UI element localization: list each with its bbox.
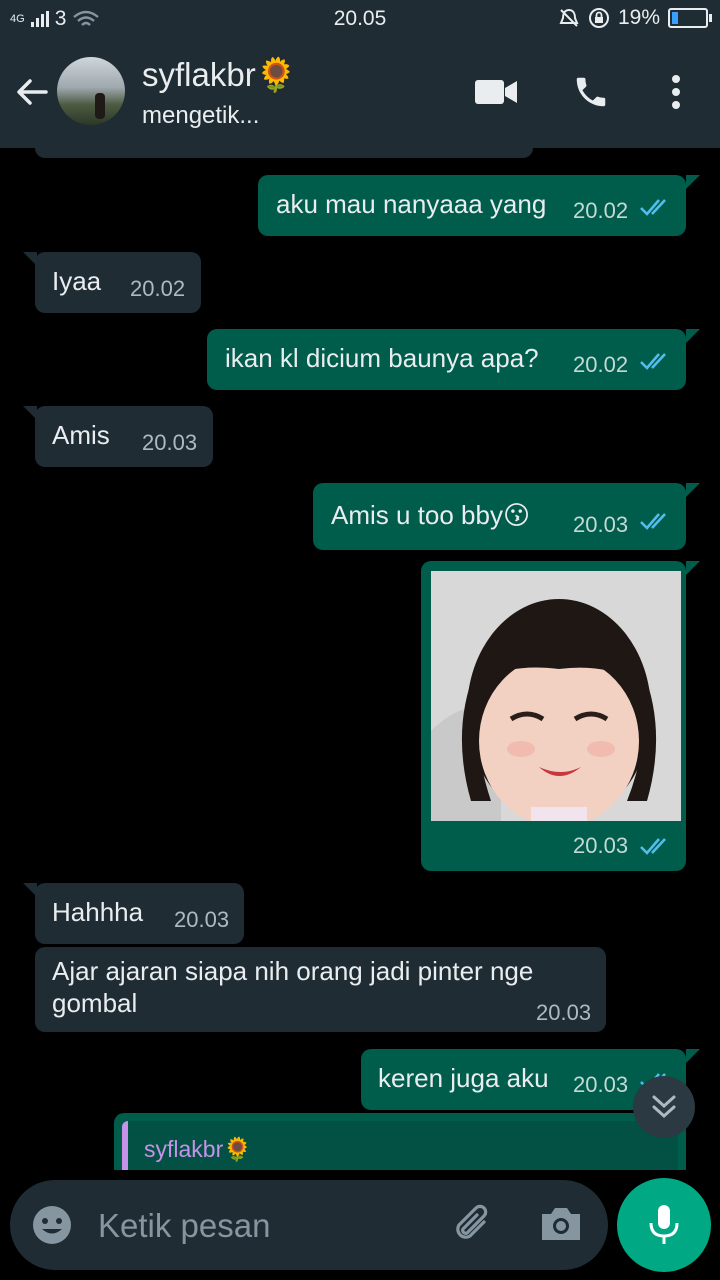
- battery-icon: [668, 8, 712, 28]
- message-outgoing[interactable]: aku mau nanyaaa yang 20.02: [258, 175, 700, 236]
- message-text: aku mau nanyaaa yang: [276, 189, 547, 219]
- chevrons-down-icon: [652, 1095, 676, 1119]
- double-check-icon: [640, 838, 666, 855]
- message-time: 20.02: [573, 352, 629, 377]
- message-time: 20.02: [573, 198, 629, 223]
- contact-status: mengetik...: [142, 102, 260, 129]
- video-call-icon[interactable]: [474, 76, 518, 108]
- message-incoming[interactable]: Iyaa 20.02: [23, 252, 201, 313]
- message-incoming[interactable]: Ajar ajaran siapa nih orang jadi pinter …: [35, 947, 606, 1032]
- chat-messages[interactable]: aku mau nanyaaa yang 20.02 Iyaa 20.02 ik…: [0, 148, 720, 1170]
- message-outgoing[interactable]: Amis u too bby😗 20.03: [313, 483, 700, 550]
- message-input[interactable]: [96, 1202, 440, 1250]
- status-bar-right: 19%: [558, 6, 712, 30]
- rotation-lock-icon: [588, 8, 609, 28]
- mute-bell-icon: [559, 8, 579, 27]
- voice-record-button[interactable]: [617, 1178, 711, 1272]
- message-text: Iyaa: [52, 266, 102, 296]
- message-outgoing-reply[interactable]: syflakbr🌻: [114, 1113, 686, 1170]
- message-text: Hahhha: [52, 897, 144, 927]
- emoji-icon[interactable]: [31, 1204, 73, 1246]
- message-text: keren juga aku: [378, 1063, 549, 1093]
- contact-avatar[interactable]: [57, 57, 125, 125]
- contact-name[interactable]: syflakbr🌻: [142, 56, 297, 95]
- message-incoming[interactable]: [35, 148, 533, 158]
- message-time: 20.03: [536, 1000, 592, 1025]
- chat-header: syflakbr🌻 mengetik...: [0, 36, 720, 148]
- reply-accent-bar: [122, 1121, 128, 1170]
- status-bar: 4G 3 20.05 19%: [0, 0, 720, 36]
- message-text: Amis: [52, 420, 110, 450]
- double-check-icon: [640, 353, 666, 370]
- attach-icon[interactable]: [450, 1202, 496, 1248]
- message-outgoing[interactable]: ikan kl dicium baunya apa? 20.02: [207, 329, 700, 390]
- double-check-icon: [640, 513, 666, 530]
- message-time: 20.03: [573, 1072, 629, 1097]
- reply-quoted-name: syflakbr🌻: [144, 1136, 252, 1162]
- message-text: Amis u too bby😗: [331, 500, 531, 530]
- back-arrow-icon[interactable]: [14, 74, 50, 110]
- message-incoming[interactable]: Hahhha 20.03: [23, 883, 244, 944]
- phone-icon[interactable]: [572, 72, 610, 112]
- photo-image: [431, 571, 681, 821]
- reply-quote[interactable]: syflakbr🌻: [122, 1121, 678, 1170]
- more-vert-icon[interactable]: [666, 74, 686, 110]
- battery-fill: [672, 12, 679, 24]
- message-time: 20.03: [573, 833, 629, 858]
- message-text: ikan kl dicium baunya apa?: [225, 343, 539, 373]
- scroll-to-bottom-button[interactable]: [633, 1076, 695, 1138]
- double-check-icon: [640, 199, 666, 216]
- message-time: 20.03: [573, 512, 629, 537]
- message-time: 20.03: [174, 907, 230, 932]
- mic-icon: [649, 1205, 679, 1244]
- message-time: 20.03: [142, 430, 198, 455]
- message-text: Ajar ajaran siapa nih orang jadi pinter …: [52, 956, 534, 1018]
- battery-percent: 19%: [617, 6, 660, 29]
- message-incoming[interactable]: Amis 20.03: [23, 406, 213, 467]
- message-time: 20.02: [130, 276, 186, 301]
- camera-icon[interactable]: [538, 1204, 584, 1244]
- shared-photo[interactable]: [431, 571, 681, 821]
- message-composer: [10, 1180, 608, 1270]
